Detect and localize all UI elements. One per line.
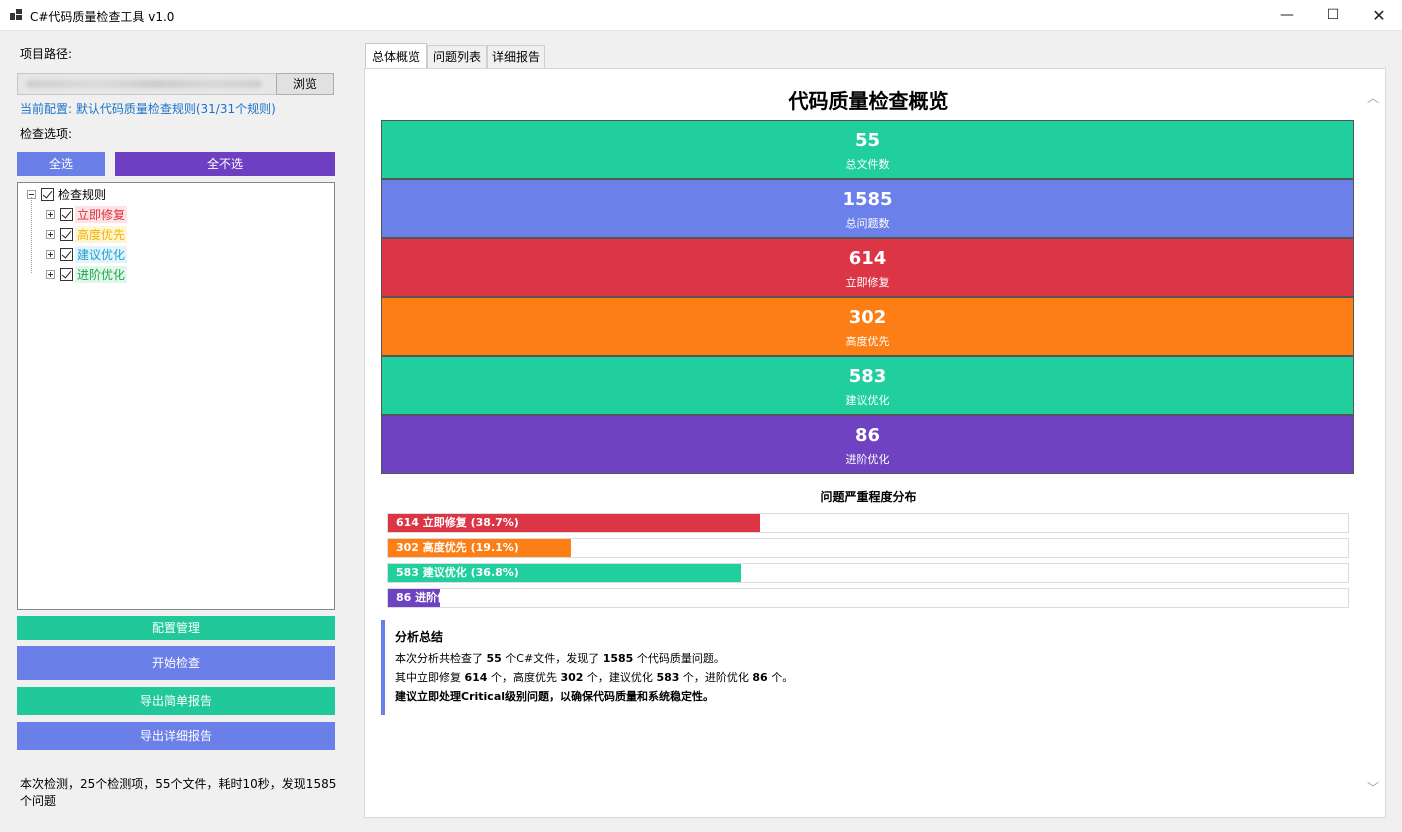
- summary-value: 614: [464, 671, 488, 684]
- stat-card-high: 302 高度优先: [381, 297, 1354, 356]
- checkbox-checked-icon[interactable]: [60, 267, 73, 281]
- bar-fill: 86 进阶优化 (5.4%): [388, 589, 504, 607]
- tree-node-high[interactable]: 高度优先: [46, 225, 128, 243]
- overview-panel: 代码质量检查概览 ︿ ﹀ 55 总文件数 1585 总问题数 614 立即修复 …: [364, 68, 1386, 818]
- project-path-label: 项目路径:: [20, 47, 73, 61]
- stat-label: 高度优先: [845, 335, 890, 348]
- distribution-bar-high: 302 高度优先 (19.1%): [387, 538, 1349, 558]
- start-check-button[interactable]: 开始检查: [17, 646, 335, 680]
- tree-node-critical[interactable]: 立即修复: [46, 205, 128, 223]
- stat-value: 1585: [842, 189, 893, 210]
- summary-value: 302: [560, 671, 584, 684]
- tab-issue-list[interactable]: 问题列表: [427, 45, 487, 68]
- tree-node-root[interactable]: 检查规则: [27, 185, 108, 203]
- summary-text: 个C#文件，发现了: [501, 652, 603, 665]
- app-icon: [10, 9, 22, 21]
- stat-value: 302: [848, 307, 887, 328]
- summary-text: 个，建议优化: [583, 671, 657, 684]
- stat-label: 立即修复: [845, 276, 890, 289]
- distribution-bar-critical: 614 立即修复 (38.7%): [387, 513, 1349, 533]
- stat-label: 总问题数: [845, 217, 890, 230]
- summary-text: 个，进阶优化: [679, 671, 753, 684]
- project-path-input[interactable]: [17, 73, 277, 95]
- select-all-button[interactable]: 全选: [17, 152, 105, 176]
- tab-detail-report[interactable]: 详细报告: [487, 45, 545, 68]
- summary-line: 其中立即修复 614 个，高度优先 302 个，建议优化 583 个，进阶优化 …: [395, 668, 1341, 687]
- stat-card-issues: 1585 总问题数: [381, 179, 1354, 238]
- summary-text: 个。: [767, 671, 794, 684]
- summary-line: 建议立即处理Critical级别问题，以确保代码质量和系统稳定性。: [395, 690, 715, 703]
- bar-fill: 302 高度优先 (19.1%): [388, 539, 572, 557]
- status-line: 个问题: [20, 794, 57, 808]
- bar-fill: 583 建议优化 (36.8%): [388, 564, 742, 582]
- stat-card-files: 55 总文件数: [381, 120, 1354, 179]
- summary-value: 86: [752, 671, 768, 684]
- summary-text: 其中立即修复: [395, 671, 465, 684]
- tree-node-label: 高度优先: [75, 225, 128, 243]
- summary-value: 1585: [602, 652, 634, 665]
- tree-line: [31, 197, 32, 273]
- summary-value: 55: [486, 652, 502, 665]
- export-detail-report-button[interactable]: 导出详细报告: [17, 722, 335, 750]
- status-text: 本次检测，25个检测项，55个文件，耗时10秒，发现1585 个问题: [20, 776, 340, 810]
- path-redacted: [26, 80, 262, 88]
- select-none-button[interactable]: 全不选: [115, 152, 335, 176]
- overview-title: 代码质量检查概览: [788, 89, 949, 113]
- tab-overview[interactable]: 总体概览: [365, 43, 427, 69]
- stat-card-critical: 614 立即修复: [381, 238, 1354, 297]
- stat-label: 建议优化: [845, 394, 890, 407]
- stat-card-suggest: 583 建议优化: [381, 356, 1354, 415]
- expand-icon[interactable]: [46, 269, 55, 279]
- expand-icon[interactable]: [46, 209, 55, 219]
- analysis-summary: 分析总结 本次分析共检查了 55 个C#文件，发现了 1585 个代码质量问题。…: [381, 620, 1341, 715]
- summary-title: 分析总结: [395, 630, 444, 644]
- options-label: 检查选项:: [20, 127, 73, 141]
- stat-value: 55: [854, 130, 881, 151]
- stat-label: 总文件数: [845, 158, 890, 171]
- expand-icon[interactable]: [46, 229, 55, 239]
- current-config-link[interactable]: 当前配置: 默认代码质量检查规则(31/31个规则): [20, 100, 276, 117]
- stat-value: 583: [848, 366, 887, 387]
- rules-tree[interactable]: 检查规则 立即修复 高度优先 建议优化 进阶优化: [17, 182, 335, 610]
- scroll-up-icon[interactable]: ︿: [1367, 89, 1379, 106]
- checkbox-checked-icon[interactable]: [41, 187, 54, 201]
- checkbox-checked-icon[interactable]: [60, 207, 73, 221]
- summary-value: 583: [656, 671, 680, 684]
- browse-button[interactable]: 浏览: [276, 73, 334, 95]
- tree-node-label: 检查规则: [58, 187, 107, 202]
- tree-node-label: 建议优化: [75, 245, 128, 263]
- tree-node-label: 立即修复: [75, 205, 128, 223]
- distribution-title: 问题严重程度分布: [820, 490, 917, 504]
- tree-node-label: 进阶优化: [75, 265, 128, 283]
- window-title: C#代码质量检查工具 v1.0: [30, 10, 175, 24]
- bar-fill: 614 立即修复 (38.7%): [388, 514, 760, 532]
- tree-node-suggest[interactable]: 建议优化: [46, 245, 128, 263]
- summary-text: 本次分析共检查了: [395, 652, 487, 665]
- stat-label: 进阶优化: [845, 453, 890, 466]
- distribution-bar-advanced: 86 进阶优化 (5.4%): [387, 588, 1349, 608]
- minimize-button[interactable]: —: [1264, 0, 1310, 31]
- expand-icon[interactable]: [46, 249, 55, 259]
- stat-card-advanced: 86 进阶优化: [381, 415, 1354, 474]
- config-manage-button[interactable]: 配置管理: [17, 616, 335, 640]
- scroll-down-icon[interactable]: ﹀: [1367, 779, 1379, 796]
- checkbox-checked-icon[interactable]: [60, 227, 73, 241]
- summary-text: 个，高度优先: [487, 671, 561, 684]
- checkbox-checked-icon[interactable]: [60, 247, 73, 261]
- stat-value: 614: [848, 248, 887, 269]
- distribution-bar-suggest: 583 建议优化 (36.8%): [387, 563, 1349, 583]
- summary-text: 个代码质量问题。: [633, 652, 725, 665]
- tree-node-advanced[interactable]: 进阶优化: [46, 265, 128, 283]
- stat-value: 86: [854, 425, 881, 446]
- status-line: 本次检测，25个检测项，55个文件，耗时10秒，发现1585: [20, 777, 337, 791]
- close-button[interactable]: ✕: [1356, 0, 1402, 31]
- export-simple-report-button[interactable]: 导出简单报告: [17, 687, 335, 715]
- summary-line: 本次分析共检查了 55 个C#文件，发现了 1585 个代码质量问题。: [395, 649, 1341, 668]
- maximize-button[interactable]: ☐: [1310, 0, 1356, 31]
- title-bar: C#代码质量检查工具 v1.0 — ☐ ✕: [0, 0, 1402, 31]
